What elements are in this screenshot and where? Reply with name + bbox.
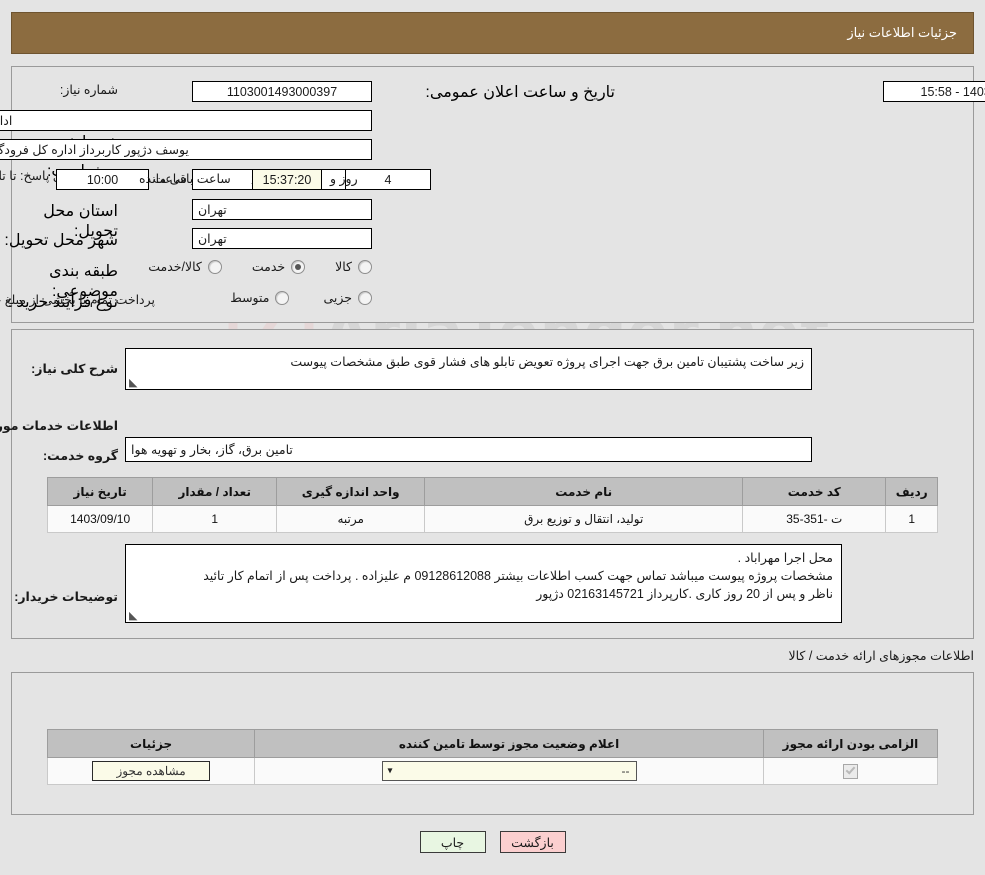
delivery-city-label: شهر محل تحویل: xyxy=(4,232,118,249)
general-description-label: شرح کلی نیاز: xyxy=(31,362,118,376)
col-permit-status: اعلام وضعیت مجوز توسط تامین کننده xyxy=(254,729,764,758)
buyer-notes-label: توضیحات خریدار: xyxy=(14,590,118,604)
need-number-label-row: شماره نیاز: xyxy=(60,82,118,97)
cell-permit-required xyxy=(762,757,939,785)
delivery-city-value: تهران xyxy=(192,228,372,249)
cell-permit-details: مشاهده مجوز xyxy=(46,757,256,785)
col-row-no: ردیف xyxy=(885,477,938,506)
classification-option-kala-khedmat-label: کالا/خدمت xyxy=(148,260,202,274)
public-announcement-value: 1403/08/29 - 15:58 xyxy=(883,81,985,102)
buyer-org-value: اداره کل فرودگاه بین المللی مهراباد xyxy=(0,110,372,131)
deadline-clock-value: 15:37:20 xyxy=(252,169,322,190)
radio-motevaset-icon[interactable] xyxy=(275,290,290,305)
deadline-days-label: روز و xyxy=(330,172,358,186)
cell-unit: مرتبه xyxy=(276,505,426,533)
footer-buttons: بازگشت چاپ xyxy=(0,831,985,853)
need-info-panel xyxy=(11,66,974,323)
cell-quantity: 1 xyxy=(152,505,278,533)
col-permit-required: الزامی بودن ارائه مجوز xyxy=(762,729,939,758)
page-root: AriaTender.net جزئیات اطلاعات نیاز شماره… xyxy=(0,0,985,875)
general-description-value: زیر ساخت پشتیبان تامین برق جهت اجرای پرو… xyxy=(290,355,804,369)
need-number-value: 1103001493000397 xyxy=(192,81,372,102)
col-quantity: تعداد / مقدار xyxy=(152,477,278,506)
classification-option-khedmat-label: خدمت xyxy=(251,260,286,274)
purchase-option-jozi[interactable]: جزیی xyxy=(323,290,372,305)
chevron-down-icon: ▾ xyxy=(387,765,393,777)
cell-permit-status: ▾ -- xyxy=(254,757,764,785)
buyer-notes-line-1: محل اجرا مهراباد . xyxy=(737,551,833,565)
permit-required-checkbox xyxy=(842,763,858,779)
resize-grip-icon[interactable]: ◢ xyxy=(129,377,139,389)
cell-service-code: ت -351-35 xyxy=(742,505,887,533)
classification-option-kala-label: کالا xyxy=(335,260,352,274)
cell-row-no: 1 xyxy=(885,505,938,533)
radio-kala-icon[interactable] xyxy=(358,259,372,274)
purchase-option-motevaset-label: متوسط xyxy=(230,291,270,305)
page-title: جزئیات اطلاعات نیاز xyxy=(847,25,957,40)
window-titlebar: جزئیات اطلاعات نیاز xyxy=(11,12,974,54)
classification-option-kala-khedmat[interactable]: کالا/خدمت xyxy=(148,259,222,274)
resize-grip-icon[interactable]: ◢ xyxy=(129,610,139,622)
need-number-label: شماره نیاز: xyxy=(59,83,118,97)
delivery-province-value: تهران xyxy=(192,199,372,220)
purchase-option-jozi-label: جزیی xyxy=(323,291,352,305)
cell-need-date: 1403/09/10 xyxy=(46,505,154,533)
cell-service-name: تولید، انتقال و توزیع برق xyxy=(424,505,744,533)
request-creator-value: یوسف دژپور کاربرداز اداره کل فرودگاه بین… xyxy=(0,139,372,160)
purchase-process-radio-group[interactable]: جزیی متوسط xyxy=(230,290,372,305)
col-unit: واحد اندازه گیری xyxy=(276,477,426,506)
table-row: 1 ت -351-35 تولید، انتقال و توزیع برق مر… xyxy=(46,505,938,533)
col-service-name: نام خدمت xyxy=(424,477,744,506)
col-need-date: تاریخ نیاز xyxy=(46,477,154,506)
view-permit-button[interactable]: مشاهده مجوز xyxy=(92,761,211,781)
buyer-notes-textarea[interactable]: محل اجرا مهراباد . مشخصات پروژه پیوست می… xyxy=(125,544,842,623)
print-button[interactable]: چاپ xyxy=(419,831,486,853)
back-button[interactable]: بازگشت xyxy=(499,831,566,853)
public-announcement-label: تاریخ و ساعت اعلان عمومی: xyxy=(425,84,615,101)
radio-khedmat-icon[interactable] xyxy=(291,259,306,274)
radio-kala-khedmat-icon[interactable] xyxy=(207,259,222,274)
permits-heading: اطلاعات مجوزهای ارائه خدمت / کالا xyxy=(788,649,974,663)
permit-status-selected-value: -- xyxy=(621,764,630,778)
services-table: ردیف کد خدمت نام خدمت واحد اندازه گیری ت… xyxy=(46,477,938,533)
general-description-textarea[interactable]: زیر ساخت پشتیبان تامین برق جهت اجرای پرو… xyxy=(125,348,812,390)
service-group-value: تامین برق، گاز، بخار و تهویه هوا xyxy=(125,437,812,462)
deadline-remaining-label: ساعت باقی مانده xyxy=(139,172,231,186)
buyer-notes-line-2: مشخصات پروژه پیوست میباشد تماس جهت کسب ا… xyxy=(203,569,833,583)
deadline-time-value: 10:00 xyxy=(56,169,149,190)
col-permit-details: جزئیات xyxy=(46,729,256,758)
classification-option-khedmat[interactable]: خدمت xyxy=(251,259,306,274)
service-group-label: گروه خدمت: xyxy=(42,449,118,463)
purchase-process-note: پرداخت تمام یا بخشی از مبلغ خرید،از محل … xyxy=(0,293,155,307)
classification-option-kala[interactable]: کالا xyxy=(335,259,372,274)
buyer-notes-line-3: ناظر و پس از 20 روز کاری .کارپرداز 02163… xyxy=(536,587,833,601)
table-row: ▾ -- مشاهده مجوز xyxy=(46,757,939,785)
permits-table: الزامی بودن ارائه مجوز اعلام وضعیت مجوز … xyxy=(46,729,939,785)
services-heading: اطلاعات خدمات مورد نیاز xyxy=(0,419,118,433)
permits-table-header-row: الزامی بودن ارائه مجوز اعلام وضعیت مجوز … xyxy=(46,729,939,758)
permit-status-select[interactable]: ▾ -- xyxy=(381,761,637,781)
radio-jozi-icon[interactable] xyxy=(358,290,372,305)
col-service-code: کد خدمت xyxy=(742,477,887,506)
purchase-option-motevaset[interactable]: متوسط xyxy=(230,290,290,305)
services-table-header-row: ردیف کد خدمت نام خدمت واحد اندازه گیری ت… xyxy=(46,477,938,506)
classification-radio-group[interactable]: کالا خدمت کالا/خدمت xyxy=(148,259,372,274)
